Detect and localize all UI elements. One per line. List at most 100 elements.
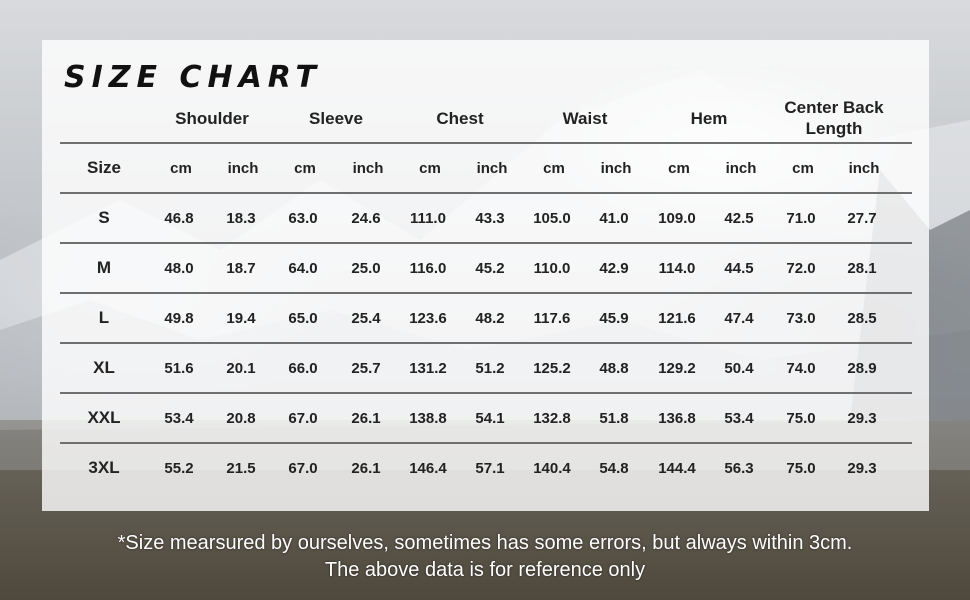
- header-chest: Chest: [436, 109, 484, 128]
- table-cell: 54.1: [475, 410, 505, 427]
- table-cell: 26.1: [351, 460, 381, 477]
- table-cell: 129.2: [658, 360, 696, 377]
- unit-label: inch: [848, 160, 880, 177]
- size-chart-card: SIZE CHART Shoulder Sleeve Chest Waist H…: [42, 40, 929, 511]
- table-cell: 121.6: [658, 310, 696, 327]
- table-cell: 74.0: [786, 360, 816, 377]
- unit-label: inch: [227, 160, 259, 177]
- table-cell: 64.0: [288, 260, 318, 277]
- size-label: 3XL: [88, 458, 120, 477]
- table-cell: 20.1: [226, 360, 256, 377]
- table-cell: 109.0: [658, 210, 696, 227]
- unit-label: inch: [352, 160, 384, 177]
- size-column-label: Size: [86, 158, 122, 177]
- divider-line: [60, 392, 912, 394]
- table-cell: 56.3: [724, 460, 754, 477]
- table-cell: 49.8: [164, 310, 194, 327]
- table-cell: 44.5: [724, 260, 754, 277]
- unit-label: cm: [792, 160, 814, 177]
- unit-label: cm: [668, 160, 690, 177]
- table-cell: 42.9: [599, 260, 629, 277]
- table-cell: 67.0: [288, 460, 318, 477]
- table-cell: 48.8: [599, 360, 629, 377]
- table-cell: 53.4: [724, 410, 754, 427]
- table-cell: 42.5: [724, 210, 754, 227]
- table-cell: 48.0: [164, 260, 194, 277]
- header-waist: Waist: [562, 109, 608, 128]
- table-cell: 75.0: [786, 410, 816, 427]
- table-cell: 29.3: [847, 410, 877, 427]
- table-cell: 116.0: [409, 260, 447, 277]
- footnote-line1: *Size mearsured by ourselves, sometimes …: [117, 532, 853, 554]
- table-cell: 54.8: [599, 460, 629, 477]
- divider-line: [60, 142, 912, 144]
- unit-label: cm: [294, 160, 316, 177]
- table-cell: 125.2: [533, 360, 571, 377]
- unit-label: cm: [170, 160, 192, 177]
- table-cell: 131.2: [409, 360, 447, 377]
- table-cell: 29.3: [847, 460, 877, 477]
- size-label: XXL: [87, 408, 121, 427]
- unit-label: cm: [543, 160, 565, 177]
- table-cell: 57.1: [475, 460, 505, 477]
- table-cell: 146.4: [409, 460, 447, 477]
- table-cell: 66.0: [288, 360, 318, 377]
- table-cell: 75.0: [786, 460, 816, 477]
- table-cell: 51.8: [599, 410, 629, 427]
- table-cell: 25.4: [351, 310, 381, 327]
- table-cell: 45.9: [599, 310, 629, 327]
- header-hem: Hem: [690, 109, 728, 128]
- table-cell: 73.0: [786, 310, 816, 327]
- table-cell: 138.8: [409, 410, 447, 427]
- table-cell: 45.2: [475, 260, 505, 277]
- table-cell: 117.6: [533, 310, 571, 327]
- table-cell: 65.0: [288, 310, 318, 327]
- size-label: L: [98, 308, 110, 327]
- header-center-back-line2: Length: [805, 119, 863, 138]
- table-cell: 51.2: [475, 360, 505, 377]
- footnote-line2: The above data is for reference only: [324, 559, 646, 581]
- chart-title: SIZE CHART: [64, 60, 323, 95]
- table-cell: 71.0: [786, 210, 816, 227]
- size-label: M: [96, 258, 112, 277]
- table-cell: 144.4: [658, 460, 696, 477]
- table-cell: 132.8: [533, 410, 571, 427]
- table-cell: 25.7: [351, 360, 381, 377]
- table-cell: 18.3: [226, 210, 256, 227]
- header-sleeve: Sleeve: [309, 109, 363, 128]
- table-cell: 25.0: [351, 260, 381, 277]
- table-cell: 55.2: [164, 460, 194, 477]
- table-cell: 24.6: [351, 210, 381, 227]
- table-cell: 63.0: [288, 210, 318, 227]
- table-cell: 27.7: [847, 210, 877, 227]
- table-cell: 41.0: [599, 210, 629, 227]
- table-cell: 26.1: [351, 410, 381, 427]
- divider-line: [60, 242, 912, 244]
- table-cell: 21.5: [226, 460, 256, 477]
- unit-label: inch: [725, 160, 757, 177]
- divider-line: [60, 192, 912, 194]
- size-label: S: [98, 208, 110, 227]
- table-cell: 111.0: [410, 210, 446, 227]
- table-cell: 50.4: [724, 360, 754, 377]
- divider-line: [60, 442, 912, 444]
- unit-label: cm: [419, 160, 441, 177]
- table-cell: 28.9: [847, 360, 877, 377]
- table-cell: 19.4: [226, 310, 256, 327]
- table-cell: 53.4: [164, 410, 194, 427]
- table-cell: 72.0: [786, 260, 816, 277]
- table-cell: 47.4: [724, 310, 754, 327]
- table-cell: 20.8: [226, 410, 256, 427]
- table-cell: 136.8: [658, 410, 696, 427]
- table-cell: 28.5: [847, 310, 877, 327]
- table-cell: 48.2: [475, 310, 505, 327]
- table-cell: 18.7: [226, 260, 256, 277]
- size-label: XL: [93, 358, 115, 377]
- table-cell: 67.0: [288, 410, 318, 427]
- table-cell: 105.0: [533, 210, 571, 227]
- divider-line: [60, 342, 912, 344]
- divider-line: [60, 292, 912, 294]
- unit-label: inch: [600, 160, 632, 177]
- table-cell: 43.3: [475, 210, 505, 227]
- header-shoulder: Shoulder: [175, 109, 249, 128]
